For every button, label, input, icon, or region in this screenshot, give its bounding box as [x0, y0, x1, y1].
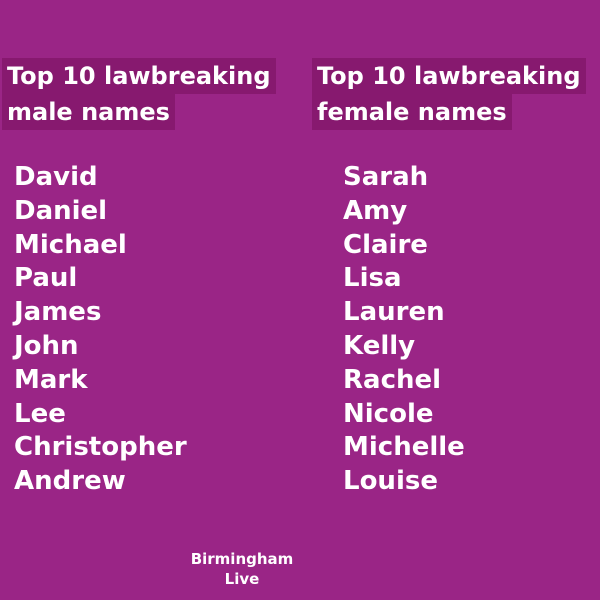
list-item: Christopher [14, 432, 187, 463]
list-item: James [14, 297, 102, 328]
female-names-heading: Top 10 lawbreaking female names [312, 58, 586, 130]
female-heading-line-2: female names [312, 94, 512, 130]
list-item: Daniel [14, 195, 108, 226]
list-item: Lauren [343, 297, 445, 328]
list-item: Nicole [343, 398, 434, 429]
list-item: Lisa [343, 263, 402, 294]
list-item: Claire [343, 229, 428, 260]
list-item: Michelle [343, 432, 465, 463]
brand-logo-text: Birmingham Live [180, 549, 304, 589]
list-item: Michael [14, 229, 127, 260]
male-names-heading: Top 10 lawbreaking male names [2, 58, 276, 130]
list-item: Amy [343, 195, 408, 226]
list-item: Rachel [343, 364, 442, 395]
list-item: Mark [14, 364, 88, 395]
brand-line-1: Birmingham [190, 550, 294, 568]
female-names-list: Sarah Amy Claire Lisa Lauren Kelly Rache… [343, 161, 465, 499]
list-item: Andrew [14, 466, 126, 497]
male-names-list: David Daniel Michael Paul James John Mar… [14, 161, 187, 499]
male-heading-line-2: male names [2, 94, 175, 130]
list-item: Paul [14, 263, 78, 294]
male-heading-line-1: Top 10 lawbreaking [2, 58, 276, 94]
list-item: Kelly [343, 330, 416, 361]
list-item: David [14, 162, 98, 192]
list-item: Lee [14, 398, 66, 429]
list-item: Louise [343, 466, 438, 497]
female-heading-line-1: Top 10 lawbreaking [312, 58, 586, 94]
brand-line-2: Live [224, 570, 260, 588]
list-item: John [14, 330, 79, 361]
graphic-background: Top 10 lawbreaking male names Top 10 law… [0, 0, 600, 600]
list-item: Sarah [343, 162, 429, 192]
